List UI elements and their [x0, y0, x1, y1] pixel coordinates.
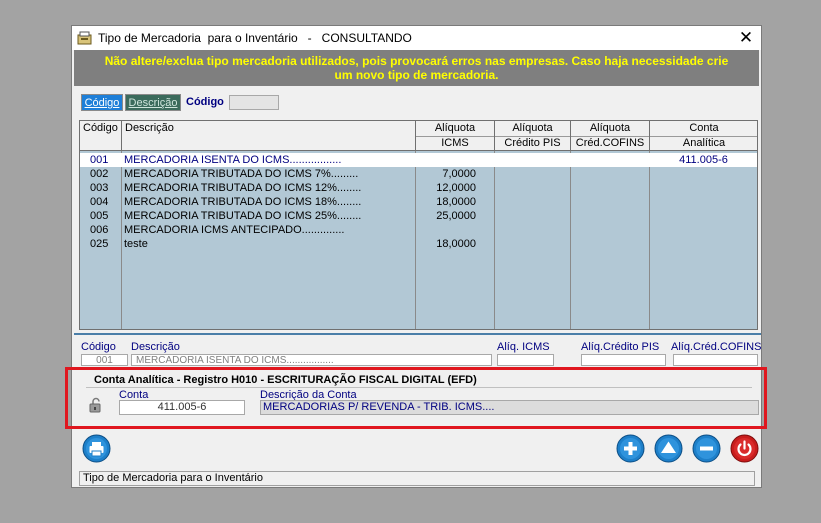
cell-conta-analitica: 411.005-6 [679, 154, 728, 166]
cell-descricao: MERCADORIA TRIBUTADA DO ICMS 18%........ [124, 196, 362, 208]
cell-codigo: 004 [90, 196, 109, 208]
descricao-conta-field[interactable]: MERCADORIAS P/ REVENDA - TRIB. ICMS.... [260, 400, 759, 415]
table-row[interactable]: 006 MERCADORIA ICMS ANTECIPADO...........… [80, 223, 757, 237]
section-separator [74, 333, 761, 335]
form-codigo-label: Código [81, 341, 116, 353]
mercadoria-grid[interactable]: Código Descrição Alíquota ICMS Alíquota … [79, 120, 758, 330]
table-row[interactable]: 005 MERCADORIA TRIBUTADA DO ICMS 25%.....… [80, 209, 757, 223]
window: Tipo de Mercadoria para o Inventário - C… [71, 25, 762, 488]
arrow-up-icon [654, 434, 683, 463]
remove-button[interactable] [692, 434, 721, 463]
form-aliq-icms-field[interactable] [497, 354, 554, 366]
header-descricao[interactable]: Descrição [122, 121, 416, 151]
printer-icon [82, 434, 111, 463]
status-bar: Tipo de Mercadoria para o Inventário [79, 471, 755, 486]
conta-analitica-group: Conta Analítica - Registro H010 - ESCRIT… [79, 370, 759, 426]
form-aliq-cred-cofins-label: Alíq.Créd.COFINS [671, 341, 762, 353]
print-button[interactable] [82, 434, 111, 463]
exit-button[interactable] [730, 434, 759, 463]
warning-line-1: Não altere/exclua tipo mercadoria utiliz… [104, 54, 729, 68]
cell-aliquota-icms: 12,0000 [436, 182, 476, 194]
cell-aliquota-icms: 7,0000 [442, 168, 476, 180]
cell-codigo: 002 [90, 168, 109, 180]
cell-codigo: 025 [90, 238, 109, 250]
warning-banner: Não altere/exclua tipo mercadoria utiliz… [74, 50, 759, 86]
cell-aliquota-icms: 18,0000 [436, 238, 476, 250]
add-button[interactable] [616, 434, 645, 463]
form-codigo-field[interactable]: 001 [81, 354, 128, 366]
cell-conta-analitica [650, 181, 757, 195]
cell-descricao: MERCADORIA TRIBUTADA DO ICMS 7%......... [124, 168, 359, 180]
cell-codigo: 005 [90, 210, 109, 222]
cell-descricao: MERCADORIA TRIBUTADA DO ICMS 25%........ [124, 210, 362, 222]
cell-codigo: 006 [90, 224, 109, 236]
cell-conta-analitica [650, 195, 757, 209]
header-aliquota-credito-pis[interactable]: Alíquota Crédito PIS [495, 121, 571, 151]
table-row[interactable]: 001 MERCADORIA ISENTA DO ICMS............… [80, 153, 757, 167]
title-bar: Tipo de Mercadoria para o Inventário - C… [72, 26, 761, 50]
plus-icon [616, 434, 645, 463]
conta-group-title: Conta Analítica - Registro H010 - ESCRIT… [94, 374, 477, 386]
cell-aliquota-icms [416, 223, 476, 237]
header-aliquota-icms[interactable]: Alíquota ICMS [416, 121, 495, 151]
header-aliquota-cred-cofins[interactable]: Alíquota Créd.COFINS [571, 121, 650, 151]
form-descricao-field[interactable]: MERCADORIA ISENTA DO ICMS...............… [131, 354, 492, 366]
form-aliq-icms-label: Alíq. ICMS [497, 341, 550, 353]
cell-aliquota-icms [416, 153, 476, 167]
cell-conta-analitica [650, 223, 757, 237]
warning-line-2: um novo tipo de mercadoria. [334, 68, 499, 82]
cell-descricao: MERCADORIA ICMS ANTECIPADO.............. [124, 224, 345, 236]
header-codigo[interactable]: Código [80, 121, 122, 151]
conta-field[interactable]: 411.005-6 [119, 400, 245, 415]
lock-icon[interactable] [88, 397, 104, 413]
table-row[interactable]: 002 MERCADORIA TRIBUTADA DO ICMS 7%......… [80, 167, 757, 181]
form-aliq-cred-cofins-field[interactable] [673, 354, 758, 366]
cell-descricao: teste [124, 238, 148, 250]
form-aliq-credito-pis-label: Alíq.Crédito PIS [581, 341, 660, 353]
tab-descricao[interactable]: Descrição [125, 94, 181, 111]
form-descricao-label: Descrição [131, 341, 180, 353]
table-row[interactable]: 004 MERCADORIA TRIBUTADA DO ICMS 18%.....… [80, 195, 757, 209]
search-codigo-label: Código [186, 96, 224, 108]
tab-codigo[interactable]: Código [81, 94, 123, 111]
up-button[interactable] [654, 434, 683, 463]
group-divider [86, 387, 752, 388]
power-icon [730, 434, 759, 463]
close-button[interactable]: ✕ [735, 28, 757, 48]
cell-aliquota-icms: 25,0000 [436, 210, 476, 222]
window-title: Tipo de Mercadoria para o Inventário - C… [98, 31, 412, 45]
table-row[interactable]: 025 teste 18,0000 [80, 237, 757, 251]
cell-descricao: MERCADORIA ISENTA DO ICMS...............… [124, 154, 342, 166]
cell-aliquota-icms: 18,0000 [436, 196, 476, 208]
cell-codigo: 003 [90, 182, 109, 194]
cell-conta-analitica [650, 209, 757, 223]
search-codigo-input[interactable] [229, 95, 279, 110]
cell-codigo: 001 [90, 154, 109, 166]
minus-icon [692, 434, 721, 463]
app-icon [77, 31, 92, 45]
cell-descricao: MERCADORIA TRIBUTADA DO ICMS 12%........ [124, 182, 362, 194]
cell-conta-analitica [650, 167, 757, 181]
header-conta-analitica[interactable]: Conta Analítica [650, 121, 757, 151]
form-aliq-credito-pis-field[interactable] [581, 354, 666, 366]
cell-conta-analitica [650, 237, 757, 251]
table-row[interactable]: 003 MERCADORIA TRIBUTADA DO ICMS 12%.....… [80, 181, 757, 195]
